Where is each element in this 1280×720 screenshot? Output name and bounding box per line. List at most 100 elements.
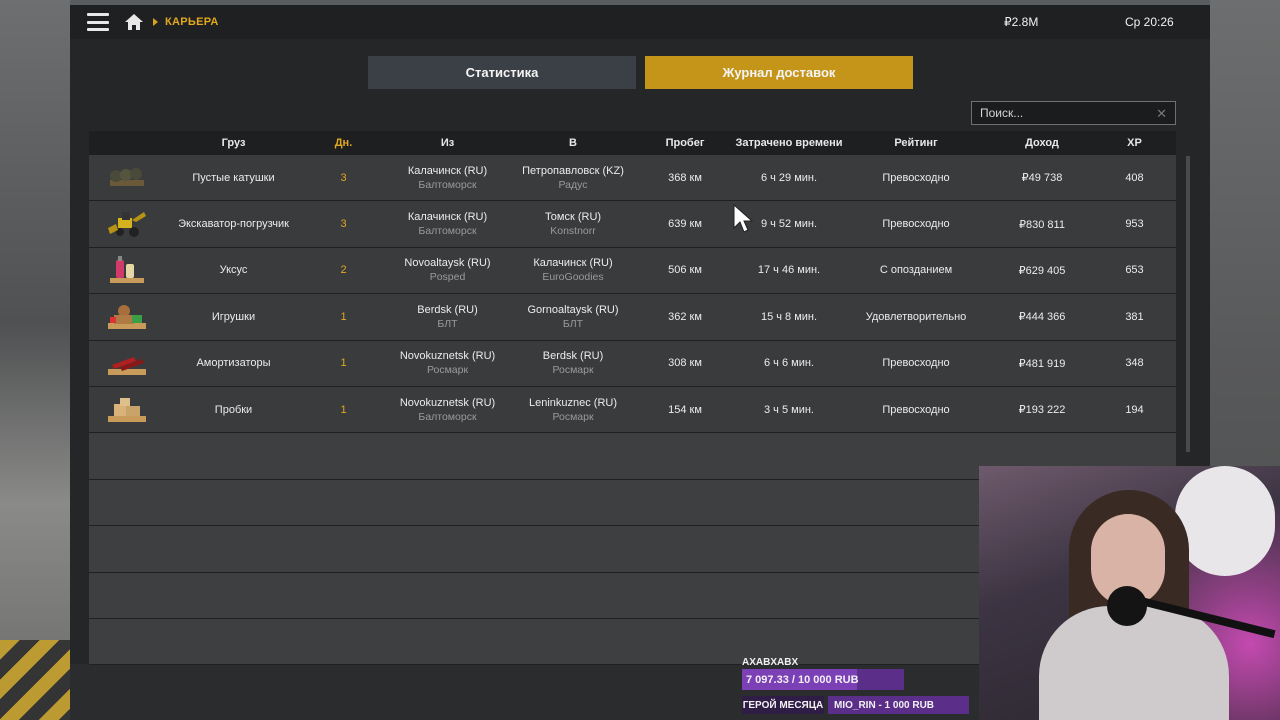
days-value: 1 [340,357,347,370]
origin: Novoaltaysk (RU) Posped [385,257,510,283]
xp-value: 953 [1125,218,1144,231]
origin: Novokuznetsk (RU) Росмарк [385,350,510,376]
table-row[interactable]: Пробки 1 Novokuznetsk (RU) Балтоморск Lenink… [89,386,1176,434]
distance-value: 362 км [668,310,702,323]
header-income[interactable]: Доход [988,137,1096,149]
time-value: 6 ч 29 мин. [760,171,818,184]
days-value: 2 [340,264,347,277]
destination-city: Berdsk (RU) [542,350,604,363]
destination-city: Томск (RU) [544,211,602,224]
plush-toy [1175,466,1275,576]
xp-value: 381 [1125,310,1144,323]
cargo-name: Пустые катушки [192,171,275,184]
header-days[interactable]: Дн. [302,137,385,149]
rating-value: Удовлетворительно [865,310,967,323]
background-hazard-stripes [0,640,70,720]
origin-city: Калачинск (RU) [407,211,488,224]
destination-city: Gornoaltaysk (RU) [527,303,619,316]
header-cargo[interactable]: Груз [165,137,302,149]
table-row[interactable]: Игрушки 1 Berdsk (RU) БЛТ Gornoaltaysk (RU) Б… [89,294,1176,341]
tab-delivery-log[interactable]: Журнал доставок [645,56,913,89]
cargo-icon-cell [89,162,165,194]
header-time[interactable]: Затрачено времени [734,137,844,149]
vinegar-bottles-icon [110,256,144,284]
hero-of-month-value: MIO_RIN - 1 000 RUB [828,696,969,714]
days-value: 1 [340,310,347,323]
table-row[interactable]: Амортизаторы 1 Novokuznetsk (RU) Росмарк Ber… [89,340,1176,387]
header-rating[interactable]: Рейтинг [844,137,988,149]
days-value: 1 [340,403,347,416]
destination: Gornoaltaysk (RU) БЛТ [510,304,636,330]
rating-value: Превосходно [882,403,950,416]
home-icon[interactable] [124,12,144,32]
search-input[interactable] [980,106,1150,120]
table-header: Груз Дн. Из В Пробег Затрачено времени Р… [89,131,1176,155]
hero-of-month-label: ГЕРОЙ МЕСЯЦА [742,696,824,714]
rating-value: Превосходно [882,357,950,370]
origin-company: Балтоморск [418,178,477,191]
top-bar: КАРЬЕРА ₽2.8M Ср 20:26 [70,5,1210,39]
destination-city: Leninkuznec (RU) [528,396,618,409]
breadcrumb-chevron-icon [153,18,158,26]
distance-value: 639 км [668,218,702,231]
breadcrumb[interactable]: КАРЬЕРА [165,16,219,28]
table-row[interactable]: Уксус 2 Novoaltaysk (RU) Posped Калачинск (R… [89,247,1176,295]
origin-city: Novokuznetsk (RU) [399,396,496,409]
destination-company: Росмарк [552,410,594,423]
tab-statistics[interactable]: Статистика [368,56,636,89]
cargo-name: Пробки [214,403,253,416]
origin-city: Berdsk (RU) [417,303,478,316]
income-value: ₽629 405 [1018,264,1066,277]
destination: Leninkuznec (RU) Росмарк [510,397,636,423]
table-row[interactable]: Пустые катушки 3 Калачинск (RU) Балтоморск П… [89,155,1176,202]
distance-value: 308 км [668,357,702,370]
header-to[interactable]: В [510,137,636,149]
shock-absorbers-icon [108,357,146,376]
table-scrollbar[interactable] [1186,156,1190,452]
cargo-icon-cell [89,347,165,379]
xp-value: 653 [1125,264,1144,277]
origin-company: Росмарк [426,364,469,377]
time-value: 6 ч 6 мин. [764,357,814,370]
origin-company: Балтоморск [418,410,477,423]
cargo-name: Игрушки [211,310,256,323]
time-value: 15 ч 8 мин. [760,310,818,323]
destination-city: Петропавловск (KZ) [522,164,624,177]
cargo-icon-cell [89,254,165,286]
destination-company: БЛТ [562,317,584,330]
toys-pallet-icon [108,304,146,329]
destination-company: Радус [558,178,588,191]
cargo-icon-cell [89,208,165,240]
origin: Калачинск (RU) Балтоморск [385,165,510,191]
close-icon[interactable]: ✕ [1156,106,1167,122]
rating-value: Превосходно [882,171,950,184]
header-xp[interactable]: XP [1096,137,1173,149]
donor-name: AXABXABX [742,657,799,668]
cargo-name: Экскаватор-погрузчик [178,218,289,231]
header-from[interactable]: Из [385,137,510,149]
cargo-icon-cell [89,394,165,426]
destination: Калачинск (RU) EuroGoodies [510,257,636,283]
destination: Томск (RU) Konstnorr [510,211,636,237]
cargo-icon-cell [89,301,165,333]
origin-company: БЛТ [437,317,458,330]
game-clock: Ср 20:26 [1125,15,1174,29]
coils-icon [110,167,144,186]
income-value: ₽830 811 [1019,218,1065,231]
distance-value: 368 км [668,171,702,184]
header-distance[interactable]: Пробег [636,137,734,149]
corks-pallet-icon [108,397,146,422]
menu-icon[interactable] [87,13,109,31]
origin: Novokuznetsk (RU) Балтоморск [385,397,510,423]
rating-value: С опозданием [879,264,953,277]
origin-company: Posped [429,271,466,284]
destination: Berdsk (RU) Росмарк [510,350,636,376]
table-row[interactable]: Экскаватор-погрузчик 3 Калачинск (RU) Балто… [89,201,1176,248]
time-value: 3 ч 5 мин. [764,403,814,416]
destination: Петропавловск (KZ) Радус [510,165,636,191]
xp-value: 194 [1125,403,1144,416]
distance-value: 506 км [668,264,702,277]
income-value: ₽444 366 [1018,311,1066,324]
rating-value: Превосходно [882,218,950,231]
search-box[interactable]: ✕ [971,101,1176,125]
